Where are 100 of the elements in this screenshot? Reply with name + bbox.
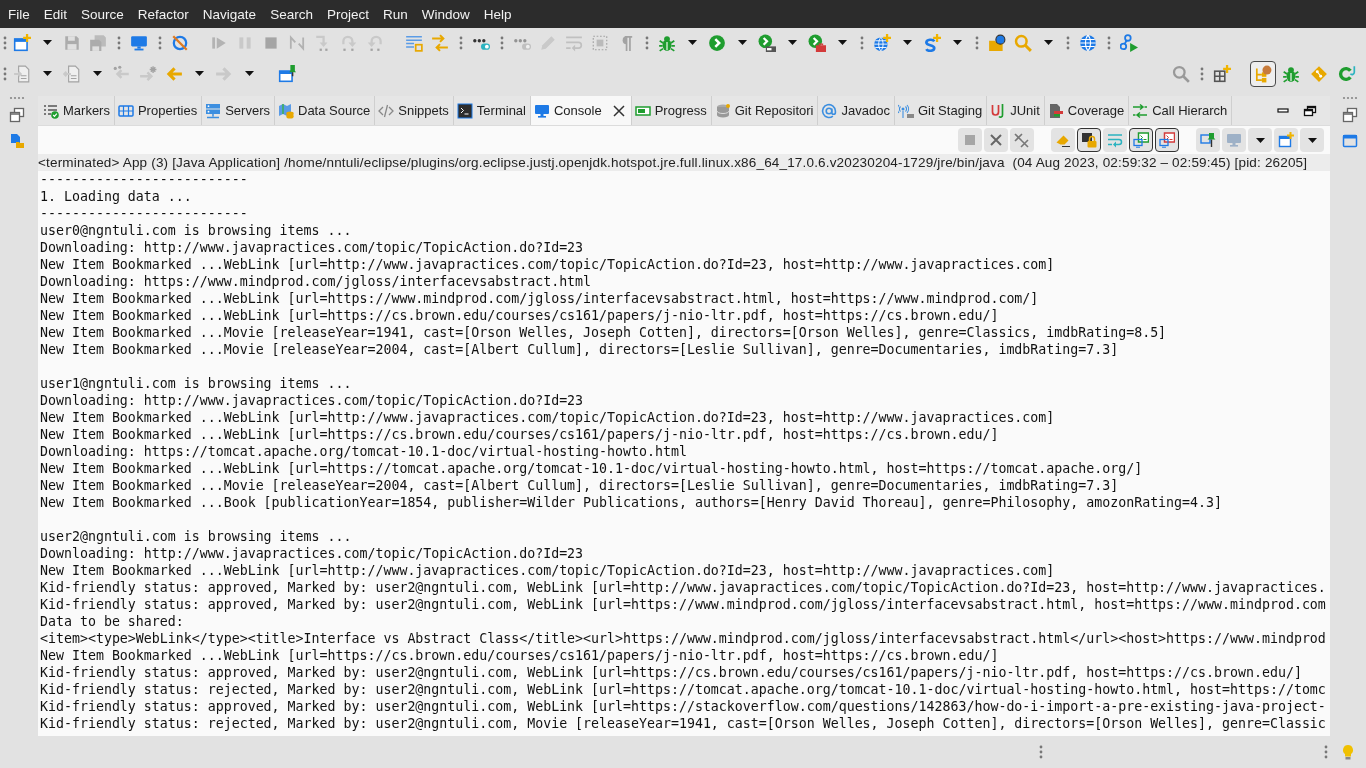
toolbar-button[interactable] xyxy=(1077,128,1101,152)
perspective-button[interactable] xyxy=(1250,60,1276,87)
view-tab[interactable]: JUnit xyxy=(987,96,1045,125)
lightbulb-icon[interactable] xyxy=(1340,744,1356,760)
caret-icon xyxy=(787,40,797,45)
console-line: Kid-friendly status: approved, Marked by: user2@ngntuli.com, WebLink [url=https://cs.brown.edu/courses/cs161/papers/j-nio-ltr.pdf, host=https://cs.brown.edu/] xyxy=(40,664,1302,681)
caret-icon xyxy=(42,40,52,45)
checklist-icon xyxy=(43,102,59,119)
console-line: New Item Bookmarked ...WebLink [url=https://cs.brown.edu/courses/cs161/papers/j-nio-ltr.pdf, host=https://cs.brown.edu/] xyxy=(40,307,999,324)
caret-icon xyxy=(1043,40,1053,45)
view-tab[interactable]: Properties xyxy=(114,96,203,125)
console-line: New Item Bookmarked ...Movie [releaseYear=1941, cast=[Orson Welles, Joseph Cotten], directors=[Orson Welles], genre=Classics, imdbRating=8.5] xyxy=(40,324,1167,341)
circle-slash-icon xyxy=(171,33,189,52)
caret-icon xyxy=(1307,137,1317,143)
console-line: New Item Bookmarked ...WebLink [url=https://cs.brown.edu/courses/cs161/papers/j-nio-ltr.pdf, host=https://cs.brown.edu/] xyxy=(40,426,999,443)
caret-icon xyxy=(194,71,204,76)
caret-icon xyxy=(952,40,962,45)
window-icon xyxy=(1342,133,1358,149)
close-icon[interactable] xyxy=(611,103,626,118)
window-pin-icon xyxy=(1200,132,1216,148)
file-folder-icon xyxy=(9,133,25,149)
console-line: Downloading: https://tomcat.apache.org/tomcat-10.1-doc/virtual-hosting-howto.html xyxy=(40,443,687,460)
grip-icon[interactable] xyxy=(1106,35,1111,50)
grip-icon[interactable] xyxy=(859,35,864,50)
menu-item[interactable]: Refactor xyxy=(130,2,196,26)
search-icon xyxy=(1014,33,1032,52)
console-line: New Item Bookmarked ...WebLink [url=http://www.javapractices.com/topic/TopicAction.do?Id=23, host=http://www.javapractices.com] xyxy=(40,562,1055,579)
grip-icon[interactable] xyxy=(644,35,649,50)
grip-icon[interactable] xyxy=(458,35,463,50)
page-arrow-up-icon xyxy=(63,64,81,83)
restore-icon xyxy=(9,107,25,123)
console-line: <item><type>WebLink</type><title>Interface vs Abstract Class</title><url>https://www.mindprod.com/jgloss/interfacevsabstract.html</url><host>https://www.mindprod xyxy=(40,630,1326,647)
grip-icon[interactable] xyxy=(9,96,25,100)
view-tab[interactable]: Javadoc xyxy=(818,96,895,125)
grip-icon[interactable] xyxy=(1039,745,1043,759)
view-tab[interactable]: Git Staging xyxy=(894,96,988,125)
menu-item[interactable]: File xyxy=(1,2,37,26)
grip-icon[interactable] xyxy=(974,35,979,50)
toolbar-button[interactable] xyxy=(1129,128,1153,152)
view-tab[interactable]: Servers xyxy=(202,96,275,125)
view-tab[interactable]: Data Source xyxy=(275,96,376,125)
play-circle-bar-icon xyxy=(758,33,776,52)
menu-item[interactable]: Project xyxy=(319,2,376,26)
grip-icon[interactable] xyxy=(1065,35,1070,50)
play-circle-icon xyxy=(708,33,726,52)
view-tab[interactable]: Coverage xyxy=(1044,96,1130,125)
document-bars-icon xyxy=(1047,102,1064,119)
word-wrap-icon xyxy=(1107,132,1123,148)
dropdown-button[interactable] xyxy=(1300,128,1324,152)
console-line: user2@ngntuli.com is browsing items ... xyxy=(40,528,352,545)
grip-icon[interactable] xyxy=(2,66,7,81)
lines-box-icon xyxy=(405,33,423,52)
view-tab[interactable]: Console xyxy=(531,96,632,125)
console-line: New Item Bookmarked ...WebLink [url=http://www.javapractices.com/topic/TopicAction.do?Id=23, host=http://www.javapractices.com] xyxy=(40,409,1055,426)
grip-icon[interactable] xyxy=(116,35,121,50)
console-line: Kid-friendly status: rejected, Marked by: user2@ngntuli.com, Movie [releaseYear=1941, cast=[Orson Welles, Joseph Cotten], directors=[Orson Welles], genre=Classic xyxy=(40,715,1326,732)
minimize-icon[interactable] xyxy=(1277,108,1289,113)
menu-item[interactable]: Window xyxy=(414,2,477,26)
view-tab[interactable]: Progress xyxy=(631,96,712,125)
grip-icon[interactable] xyxy=(1324,745,1328,759)
console-line: Kid-friendly status: approved, Marked by: user2@ngntuli.com, WebLink [url=https://www.mindprod.com/jgloss/interfacevsabstract.html, host=https://www.mindprod.com xyxy=(40,596,1326,613)
floppy-disks-icon xyxy=(89,33,107,52)
restore-icon[interactable] xyxy=(1303,104,1317,117)
window-plus-icon xyxy=(13,33,31,52)
grid-plus-icon xyxy=(1213,64,1231,83)
console-line: Downloading: http://www.javapractices.com/topic/TopicAction.do?Id=23 xyxy=(40,239,584,256)
view-tab[interactable]: Snippets xyxy=(375,96,454,125)
terminal-window-icon xyxy=(1159,132,1175,148)
menu-item[interactable]: Search xyxy=(263,2,320,26)
console-line: New Item Bookmarked ...WebLink [url=http://www.javapractices.com/topic/TopicAction.do?Id=23, host=http://www.javapractices.com] xyxy=(40,256,1055,273)
step-return-icon xyxy=(366,33,384,52)
swap-arrows-icon xyxy=(431,33,449,52)
menu-item[interactable]: Edit xyxy=(36,2,75,26)
menu-item[interactable]: Navigate xyxy=(195,2,264,26)
console-line: Downloading: http://www.javapractices.com/topic/TopicAction.do?Id=23 xyxy=(40,545,584,562)
menu-item[interactable]: Help xyxy=(476,2,519,26)
menu-item[interactable]: Run xyxy=(375,2,415,26)
console-header: <terminated> App (3) [Java Application] /home/nntuli/eclipse/plugins/org.eclipse.justj.openjdk.hotspot.jre.full.linux.x86_64_17.0.6.v20230204-1729/jre/bin/java (04 Aug 2023, 02:59:32 – 02:59:45) [pid: 26205] xyxy=(38,154,1330,171)
at-sign-icon xyxy=(821,102,838,119)
view-tab[interactable]: Markers xyxy=(40,96,115,125)
grip-icon[interactable] xyxy=(2,35,7,50)
grip-icon[interactable] xyxy=(499,35,504,50)
dropdown-button[interactable] xyxy=(1248,128,1272,152)
view-tab[interactable]: Terminal xyxy=(453,96,531,125)
grip-icon[interactable] xyxy=(1199,66,1204,81)
console-line: Data to be shared: xyxy=(40,613,184,630)
view-tab[interactable]: Git Repositori xyxy=(711,96,819,125)
toolbar-button[interactable] xyxy=(1155,128,1179,152)
console-line: Kid-friendly status: approved, Marked by: user2@ngntuli.com, WebLink [url=https://stackoverflow.com/questions/142863/how-do-i-import-a-pre-existing-java-project- xyxy=(40,698,1326,715)
console-line: user1@ngntuli.com is browsing items ... xyxy=(40,375,352,392)
link-play-icon xyxy=(1120,33,1138,52)
grip-icon[interactable] xyxy=(1342,96,1358,100)
arrow-right-icon xyxy=(215,64,233,83)
arrow-star-icon xyxy=(139,64,157,83)
menu-item[interactable]: Source xyxy=(74,2,131,26)
caret-icon xyxy=(244,71,254,76)
view-tab[interactable]: Call Hierarch xyxy=(1129,96,1233,125)
window-pin-icon xyxy=(278,64,296,83)
grip-icon[interactable] xyxy=(157,35,162,50)
monitor-icon xyxy=(130,33,148,52)
